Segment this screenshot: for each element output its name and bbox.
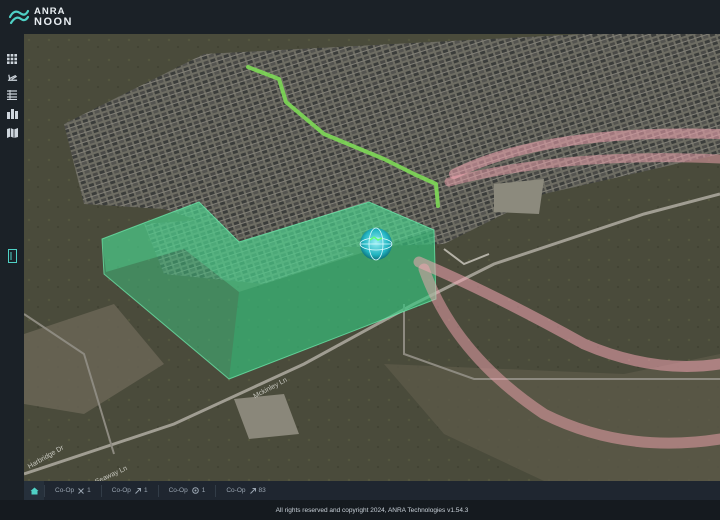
anra-logo-icon <box>8 9 30 25</box>
home-icon <box>30 487 38 494</box>
logo-text-bottom: NOON <box>34 16 73 28</box>
top-bar: ANRA NOON <box>0 0 720 34</box>
map-icon[interactable] <box>5 126 19 140</box>
building-icon[interactable] <box>5 107 19 121</box>
target-icon <box>191 487 199 494</box>
copyright-text: All rights reserved and copyright 2024, … <box>275 506 469 514</box>
airplane-icon[interactable] <box>5 70 19 84</box>
list-icon[interactable] <box>5 88 19 102</box>
drone-marker[interactable] <box>359 227 393 261</box>
grid-icon[interactable] <box>5 52 19 66</box>
expand-icon <box>249 487 256 494</box>
close-icon <box>78 487 85 494</box>
panel-toggle-icon[interactable] <box>5 249 19 263</box>
co-op-status-4[interactable]: Co-Op 83 <box>215 484 275 497</box>
expand-icon <box>135 487 141 494</box>
map-viewport[interactable]: Mckinley Ln Harbridge Dr Seaway Ln <box>24 34 720 481</box>
co-op-status-1[interactable]: Co-Op 1 <box>44 484 101 497</box>
map-3d-scene[interactable] <box>24 34 720 481</box>
status-bar: Co-Op 1 Co-Op 1 Co-Op 1 Co-Op 83 <box>24 481 720 500</box>
left-sidebar <box>0 34 24 500</box>
construction-pad <box>494 179 544 214</box>
co-op-status-3[interactable]: Co-Op 1 <box>157 484 216 497</box>
footer: All rights reserved and copyright 2024, … <box>0 500 720 520</box>
co-op-status-2[interactable]: Co-Op 1 <box>100 484 158 497</box>
anra-logo[interactable]: ANRA NOON <box>8 5 73 29</box>
home-button[interactable] <box>24 481 44 500</box>
